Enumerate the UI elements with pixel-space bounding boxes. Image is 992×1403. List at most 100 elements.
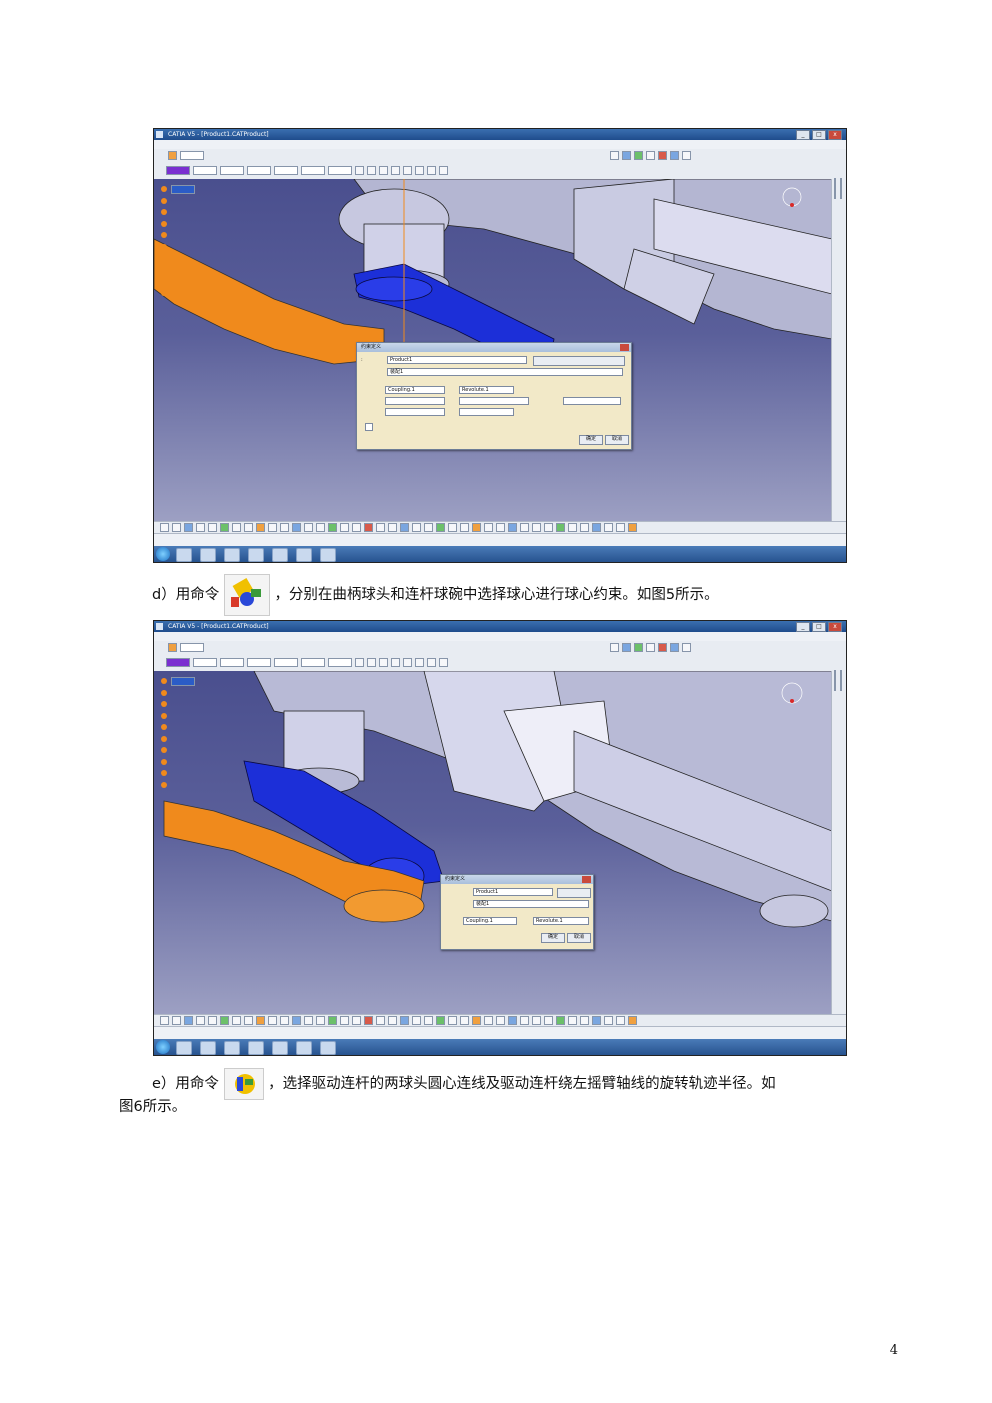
toolbar-icon[interactable] (292, 1016, 301, 1025)
tree-node[interactable] (171, 677, 195, 686)
toolbar-icon[interactable] (379, 658, 388, 667)
maximize-button[interactable]: □ (812, 622, 826, 632)
taskbar-app-icon[interactable] (176, 548, 192, 562)
toolbar-icon[interactable] (232, 523, 241, 532)
toolbar-icon[interactable] (268, 523, 277, 532)
toolbar-icon[interactable] (232, 1016, 241, 1025)
toolbar-icon[interactable] (160, 523, 169, 532)
toolbar-icon[interactable] (520, 1016, 529, 1025)
color-select[interactable] (166, 166, 190, 175)
linetype-select[interactable] (247, 658, 271, 667)
taskbar-app-icon[interactable] (272, 1041, 288, 1055)
toolbar-icon[interactable] (484, 1016, 493, 1025)
new-mechanism-button[interactable] (557, 888, 591, 898)
3d-viewport[interactable]: 约束定义 : Product1 装配1 Coupling.1 Revolute.… (154, 179, 832, 522)
toolbar-icon[interactable] (568, 523, 577, 532)
toolbar-icon[interactable] (580, 523, 589, 532)
toolbar-icon[interactable] (400, 1016, 409, 1025)
ok-button[interactable]: 确定 (541, 933, 565, 943)
toolbar-icon[interactable] (256, 523, 265, 532)
toolbar-icon[interactable] (376, 523, 385, 532)
toolbar-icon[interactable] (622, 643, 631, 652)
toolbar-icon[interactable] (544, 1016, 553, 1025)
toolbar-icon[interactable] (196, 523, 205, 532)
toolbar-icon[interactable] (616, 523, 625, 532)
mechanism-select[interactable]: Product1 (473, 888, 553, 896)
transparency-select[interactable] (193, 658, 217, 667)
toolbar-icon[interactable] (208, 523, 217, 532)
taskbar-app-icon[interactable] (320, 548, 336, 562)
toolbar-icon[interactable] (355, 658, 364, 667)
toolbar-icon[interactable] (439, 658, 448, 667)
toolbar-icon[interactable] (592, 523, 601, 532)
option-checkbox[interactable] (365, 423, 373, 431)
transparency-select[interactable] (193, 166, 217, 175)
toolbar-icon[interactable] (544, 523, 553, 532)
toolbar-icon[interactable] (316, 1016, 325, 1025)
toolbar-icon[interactable] (340, 523, 349, 532)
toolbar-icon[interactable] (616, 1016, 625, 1025)
linewidth-select[interactable] (220, 166, 244, 175)
toolbar-icon[interactable] (580, 1016, 589, 1025)
render-select[interactable] (301, 658, 325, 667)
toolbar-icon[interactable] (328, 1016, 337, 1025)
joint-name-field[interactable]: 装配1 (473, 900, 589, 908)
color-select[interactable] (166, 658, 190, 667)
joint-name-field[interactable]: 装配1 (387, 368, 623, 376)
toolbar-icon[interactable] (292, 523, 301, 532)
toolbar-icon[interactable] (328, 523, 337, 532)
toolbar-icon[interactable] (220, 1016, 229, 1025)
taskbar-app-icon[interactable] (200, 548, 216, 562)
toolbar-icon[interactable] (484, 523, 493, 532)
joint-field[interactable] (385, 408, 445, 416)
close-button[interactable]: x (828, 622, 842, 632)
toolbar-icon[interactable] (280, 1016, 289, 1025)
toolbar-icon[interactable] (160, 1016, 169, 1025)
toolbar-icon[interactable] (208, 1016, 217, 1025)
toolbar-icon[interactable] (604, 523, 613, 532)
toolbar-icon[interactable] (316, 523, 325, 532)
toolbar-icon[interactable] (304, 1016, 313, 1025)
toolbar-icon[interactable] (436, 523, 445, 532)
toolbar-icon[interactable] (646, 643, 655, 652)
toolbar-icon[interactable] (472, 1016, 481, 1025)
toolbar-icon[interactable] (244, 1016, 253, 1025)
toolbar-icon[interactable] (427, 658, 436, 667)
toolbar-icon[interactable] (622, 151, 631, 160)
cancel-button[interactable]: 取消 (567, 933, 591, 943)
toolbar-icon[interactable] (268, 1016, 277, 1025)
toolbar-icon[interactable] (400, 523, 409, 532)
toolbar-icon[interactable] (436, 1016, 445, 1025)
toolbar-icon[interactable] (352, 1016, 361, 1025)
toolbar-icon[interactable] (388, 523, 397, 532)
toolbar-icon[interactable] (168, 151, 177, 160)
toolbar-icon[interactable] (439, 166, 448, 175)
toolbar-icon[interactable] (460, 1016, 469, 1025)
mechanism-select[interactable]: Product1 (387, 356, 527, 364)
toolbar-icon[interactable] (379, 166, 388, 175)
toolbar-select[interactable] (180, 643, 204, 652)
toolbar-icon[interactable] (367, 166, 376, 175)
toolbar-icon[interactable] (172, 523, 181, 532)
close-button[interactable]: x (828, 130, 842, 140)
joint-field[interactable] (385, 397, 445, 405)
start-button[interactable] (156, 547, 170, 561)
linewidth-select[interactable] (220, 658, 244, 667)
taskbar-app-icon[interactable] (272, 548, 288, 562)
toolbar-icon[interactable] (634, 643, 643, 652)
toolbar-icon[interactable] (355, 166, 364, 175)
toolbar-icon[interactable] (460, 523, 469, 532)
toolbar-icon[interactable] (658, 643, 667, 652)
toolbar-icon[interactable] (376, 1016, 385, 1025)
toolbar-icon[interactable] (415, 166, 424, 175)
taskbar-app-icon[interactable] (248, 548, 264, 562)
taskbar-app-icon[interactable] (248, 1041, 264, 1055)
maximize-button[interactable]: □ (812, 130, 826, 140)
3d-viewport[interactable]: 约束定义 Product1 装配1 Coupling.1 Revolute.1 … (154, 671, 832, 1015)
ok-button[interactable]: 确定 (579, 435, 603, 445)
taskbar-app-icon[interactable] (224, 548, 240, 562)
toolbar-icon[interactable] (244, 523, 253, 532)
toolbar-icon[interactable] (834, 670, 836, 691)
minimize-button[interactable]: _ (796, 622, 810, 632)
toolbar-icon[interactable] (592, 1016, 601, 1025)
